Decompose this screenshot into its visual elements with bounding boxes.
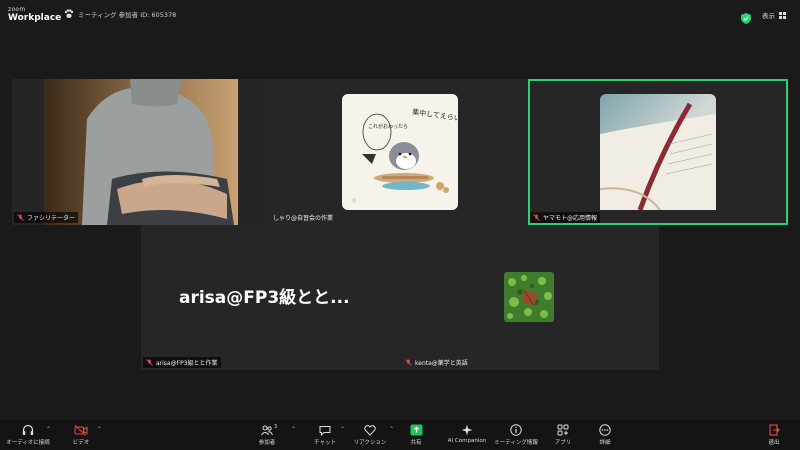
participant-display-name: arisa@FP3級とと... [179, 288, 350, 308]
audio-label: オーディオに接続 [6, 440, 50, 446]
share-screen-icon [410, 424, 422, 436]
mic-muted-icon [146, 359, 153, 366]
apps-icon [557, 424, 569, 436]
penguin-text-left: これがおわったら [368, 123, 408, 130]
participant-name: しゃり@自習会の作業 [273, 215, 334, 222]
grid-view-icon [779, 11, 786, 19]
reactions-button[interactable]: リアクション [352, 423, 388, 446]
video-tile-shiri[interactable]: 集中してえらい！ これがおわったら ⓒ しゃり@自習会の作業 [268, 79, 528, 225]
meeting-info-text: ミーティング 参加者 ID: 605378 [78, 11, 177, 19]
zoom-workplace-logo: zoom Workplace [8, 5, 61, 23]
participant-name: ヤマモト@応用情報 [543, 215, 598, 222]
share-button[interactable]: 共有 [404, 423, 428, 446]
participant-label-shiri: しゃり@自習会の作業 [270, 212, 336, 223]
svg-text:ⓒ: ⓒ [352, 197, 356, 203]
headphones-icon [22, 424, 34, 435]
video-label: ビデオ [72, 440, 90, 446]
apps-button[interactable]: アプリ [550, 423, 576, 446]
mic-muted-icon [17, 214, 24, 221]
chat-icon [319, 425, 331, 436]
audio-button[interactable]: オーディオに接続 [6, 423, 50, 446]
more-button[interactable]: 詳細 [592, 423, 618, 446]
chat-label: チャット [314, 440, 336, 446]
penguin-avatar-image: 集中してえらい！ これがおわったら ⓒ [342, 94, 458, 210]
view-button[interactable]: 表示 [762, 10, 786, 20]
more-dots-icon [599, 424, 611, 436]
participants-icon [261, 425, 273, 435]
participant-label-arisa: arisa@FP3級とと作業 [143, 357, 221, 368]
video-tile-yamamoto[interactable]: ヤマモト@応用情報 [528, 79, 788, 225]
participant-name: arisa@FP3級とと作業 [156, 360, 218, 367]
leave-button[interactable]: 退出 [762, 423, 786, 446]
facilitator-video [12, 79, 268, 225]
meeting-info-label: ミーティング情報 [494, 440, 538, 446]
logo-product-text: Workplace [8, 13, 62, 23]
chat-options-caret[interactable]: ⌃ [340, 426, 345, 433]
meeting-toolbar: オーディオに接続 ⌃ ビデオ ⌃ 3 参加者 ⌃ チャット ⌃ リアクション ⌃… [0, 420, 800, 450]
security-shield-icon[interactable] [741, 9, 751, 24]
ai-companion-button[interactable]: AI Companion [444, 423, 490, 444]
meeting-info-button[interactable]: ミーティング 参加者 ID: 605378 [64, 9, 176, 19]
participant-name: ファシリテーター [27, 215, 76, 222]
video-options-caret[interactable]: ⌃ [97, 426, 102, 433]
participants-options-caret[interactable]: ⌃ [291, 426, 296, 433]
participant-label-yamamoto: ヤマモト@応用情報 [530, 212, 601, 223]
reactions-options-caret[interactable]: ⌃ [389, 426, 394, 433]
video-button[interactable]: ビデオ [64, 423, 98, 446]
video-tile-kenta[interactable]: kenta@薬学と英語 [400, 225, 659, 370]
reactions-label: リアクション [353, 440, 387, 446]
mic-muted-icon [533, 214, 540, 221]
paw-icon [64, 9, 74, 19]
view-label: 表示 [762, 12, 775, 20]
book-avatar-image [600, 94, 716, 210]
mic-muted-icon [405, 359, 412, 366]
leaf-avatar-image [504, 272, 554, 322]
heart-icon [364, 424, 376, 436]
more-label: 詳細 [599, 440, 611, 446]
meeting-info-toolbar-button[interactable]: ミーティング情報 [493, 423, 539, 446]
ai-companion-label: AI Companion [447, 438, 487, 444]
participants-count: 3 [274, 424, 278, 430]
info-icon [510, 424, 522, 436]
participants-label: 参加者 [258, 440, 276, 446]
participant-label-facilitator: ファシリテーター [14, 212, 79, 223]
video-tile-facilitator[interactable]: ファシリテーター [12, 79, 268, 225]
leave-door-icon [769, 424, 780, 436]
apps-label: アプリ [554, 440, 572, 446]
video-tile-arisa[interactable]: arisa@FP3級とと... arisa@FP3級とと作業 [141, 225, 400, 370]
audio-options-caret[interactable]: ⌃ [46, 426, 51, 433]
participants-button[interactable]: 3 参加者 [252, 423, 282, 446]
share-label: 共有 [410, 440, 422, 446]
leave-label: 退出 [768, 440, 780, 446]
participant-name: kenta@薬学と英語 [415, 360, 468, 367]
chat-button[interactable]: チャット [310, 423, 340, 446]
ai-sparkle-icon [461, 424, 473, 436]
video-off-icon [74, 424, 88, 436]
participant-label-kenta: kenta@薬学と英語 [402, 357, 471, 368]
top-bar: zoom Workplace ミーティング 参加者 ID: 605378 表示 [0, 0, 800, 28]
